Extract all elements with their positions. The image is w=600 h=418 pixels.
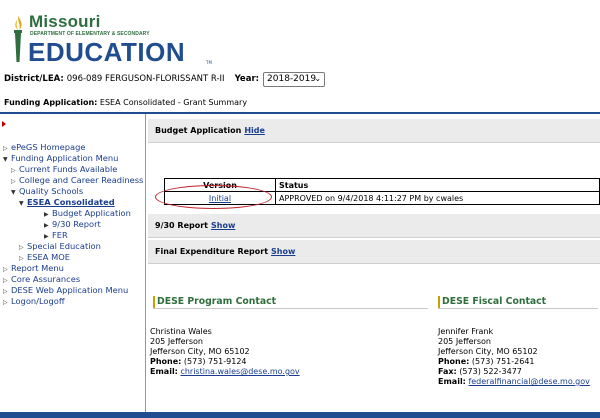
report-930-header: 9/30 Report Show: [148, 214, 600, 238]
year-select-value: 2018-2019: [267, 74, 317, 84]
sidebar-item-dese-web-application-menu[interactable]: ▷ DESE Web Application Menu: [3, 285, 128, 295]
fiscal-contact-email-link[interactable]: federalfinancial@dese.mo.gov: [468, 377, 589, 386]
sidebar-item-budget-application[interactable]: ▶ Budget Application: [44, 208, 131, 218]
sidebar-item-label: Logon/Logoff: [11, 296, 65, 306]
funding-application-line: Funding Application: ESEA Consolidated -…: [4, 98, 247, 107]
program-contact-card: Christina Wales 205 Jefferson Jefferson …: [150, 327, 300, 377]
fiscal-contact-email-row: Email: federalfinancial@dese.mo.gov: [438, 377, 590, 387]
sidebar-item-label: ESEA Consolidated: [27, 197, 115, 207]
district-value: 096-089 FERGUSON-FLORISSANT R-II: [66, 74, 225, 84]
sidebar-item-label: Quality Schools: [19, 186, 84, 196]
sidebar-item-label: Budget Application: [52, 208, 131, 218]
district-label: District/LEA:: [4, 74, 64, 84]
sidebar-item-label: Special Education: [27, 241, 101, 251]
program-contact-email-link[interactable]: christina.wales@dese.mo.gov: [180, 367, 299, 376]
funding-application-label: Funding Application:: [4, 98, 98, 107]
sidebar-item-label: ePeGS Homepage: [11, 142, 86, 152]
footer-bar: [0, 412, 600, 418]
sidebar-item-special-education[interactable]: ▷ Special Education: [19, 241, 101, 251]
logo-education-text: EDUCATION: [28, 37, 186, 67]
status-cell: APPROVED on 9/4/2018 4:11:27 PM by cwale…: [275, 191, 600, 205]
sidebar: ▷ ePeGS Homepage ▼ Funding Application Men…: [0, 114, 146, 412]
program-contact-email-row: Email: christina.wales@dese.mo.gov: [150, 367, 300, 377]
sidebar-item-label: ESEA MOE: [27, 252, 70, 262]
sidebar-item-esea-moe[interactable]: ▷ ESEA MOE: [19, 252, 70, 262]
logo-missouri-text: Missouri: [29, 12, 101, 31]
sidebar-item-current-funds-available[interactable]: ▷ Current Funds Available: [11, 164, 117, 174]
sidebar-item-college-career-readiness[interactable]: ▷ College and Career Readiness: [11, 175, 143, 185]
sidebar-item-label: College and Career Readiness: [19, 175, 144, 185]
sidebar-item-core-assurances[interactable]: ▷ Core Assurances: [3, 274, 80, 284]
sidebar-item-esea-consolidated[interactable]: ▼ ESEA Consolidated: [19, 197, 115, 207]
fiscal-contact-title: DESE Fiscal Contact: [438, 296, 546, 308]
report-930-show-link[interactable]: Show: [211, 221, 235, 230]
sidebar-item-report-menu[interactable]: ▷ Report Menu: [3, 263, 64, 273]
sidebar-item-funding-application-menu[interactable]: ▼ Funding Application Menu: [3, 153, 118, 163]
fer-title: Final Expenditure Report: [155, 247, 269, 256]
triangle-down-icon: ▼: [19, 200, 24, 207]
column-header-status: Status: [275, 178, 600, 192]
triangle-down-icon: ▼: [11, 189, 16, 196]
fiscal-contact-divider: [438, 308, 598, 309]
program-contact-address1: 205 Jefferson: [150, 337, 203, 346]
sidebar-item-label: Funding Application Menu: [11, 153, 119, 163]
sidebar-item-label: DESE Web Application Menu: [11, 285, 129, 295]
fiscal-contact-fax: (573) 522-3477: [459, 367, 522, 376]
program-contact-address2: Jefferson City, MO 65102: [150, 347, 250, 356]
program-contact-title: DESE Program Contact: [153, 296, 276, 308]
fiscal-contact-card: Jennifer Frank 205 Jefferson Jefferson C…: [438, 327, 590, 387]
program-contact-name: Christina Wales: [150, 327, 212, 336]
funding-application-value: ESEA Consolidated - Grant Summary: [99, 98, 248, 107]
sidebar-item-logon-logoff[interactable]: ▷ Logon/Logoff: [3, 296, 65, 306]
budget-application-header: Budget Application Hide: [148, 119, 600, 143]
logo-trademark: TM: [206, 60, 212, 65]
year-label: Year:: [234, 74, 260, 84]
program-contact-divider: [153, 308, 428, 309]
fiscal-contact-phone: (573) 751-2641: [471, 357, 535, 366]
budget-application-title: Budget Application: [155, 126, 242, 135]
fiscal-contact-address2: Jefferson City, MO 65102: [438, 347, 538, 356]
fax-label: Fax:: [438, 367, 457, 376]
triangle-down-icon: ▼: [3, 156, 8, 163]
site-header: Missouri DEPARTMENT OF ELEMENTARY & SECO…: [0, 0, 600, 68]
sidebar-item-label: Report Menu: [11, 263, 64, 273]
sidebar-item-label: FER: [52, 230, 68, 240]
sidebar-item-label: 9/30 Report: [52, 219, 101, 229]
fer-show-link[interactable]: Show: [271, 247, 295, 256]
highlight-ellipse: [155, 185, 272, 209]
budget-hide-link[interactable]: Hide: [244, 126, 265, 135]
year-select[interactable]: 2018-2019 ⌄: [263, 71, 326, 87]
fer-header: Final Expenditure Report Show: [148, 240, 600, 264]
district-row: District/LEA: 096-089 FERGUSON-FLORISSAN…: [4, 71, 326, 87]
fiscal-contact-name: Jennifer Frank: [438, 327, 494, 336]
fiscal-contact-address1: 205 Jefferson: [438, 337, 491, 346]
triangle-right-icon: ▷: [3, 299, 8, 306]
torch-logo-icon: [14, 16, 22, 62]
fiscal-contact-phone-row: Phone: (573) 751-2641: [438, 357, 590, 367]
program-contact-phone: (573) 751-9124: [183, 357, 247, 366]
fiscal-contact-fax-row: Fax: (573) 522-3477: [438, 367, 590, 377]
email-label: Email:: [438, 377, 466, 386]
sidebar-item-label: Current Funds Available: [19, 164, 118, 174]
sidebar-item-label: Core Assurances: [11, 274, 81, 284]
email-label: Email:: [150, 367, 178, 376]
sidebar-item-epegs-homepage[interactable]: ▷ ePeGS Homepage: [3, 142, 85, 152]
phone-label: Phone:: [438, 357, 470, 366]
current-page-marker-icon: [2, 121, 6, 127]
sidebar-item-quality-schools[interactable]: ▼ Quality Schools: [11, 186, 83, 196]
program-contact-phone-row: Phone: (573) 751-9124: [150, 357, 300, 367]
phone-label: Phone:: [150, 357, 182, 366]
sidebar-item-fer[interactable]: ▶ FER: [44, 230, 68, 240]
sidebar-item-930-report[interactable]: ▶ 9/30 Report: [44, 219, 101, 229]
chevron-down-icon: ⌄: [314, 73, 322, 83]
report-930-title: 9/30 Report: [155, 221, 208, 230]
